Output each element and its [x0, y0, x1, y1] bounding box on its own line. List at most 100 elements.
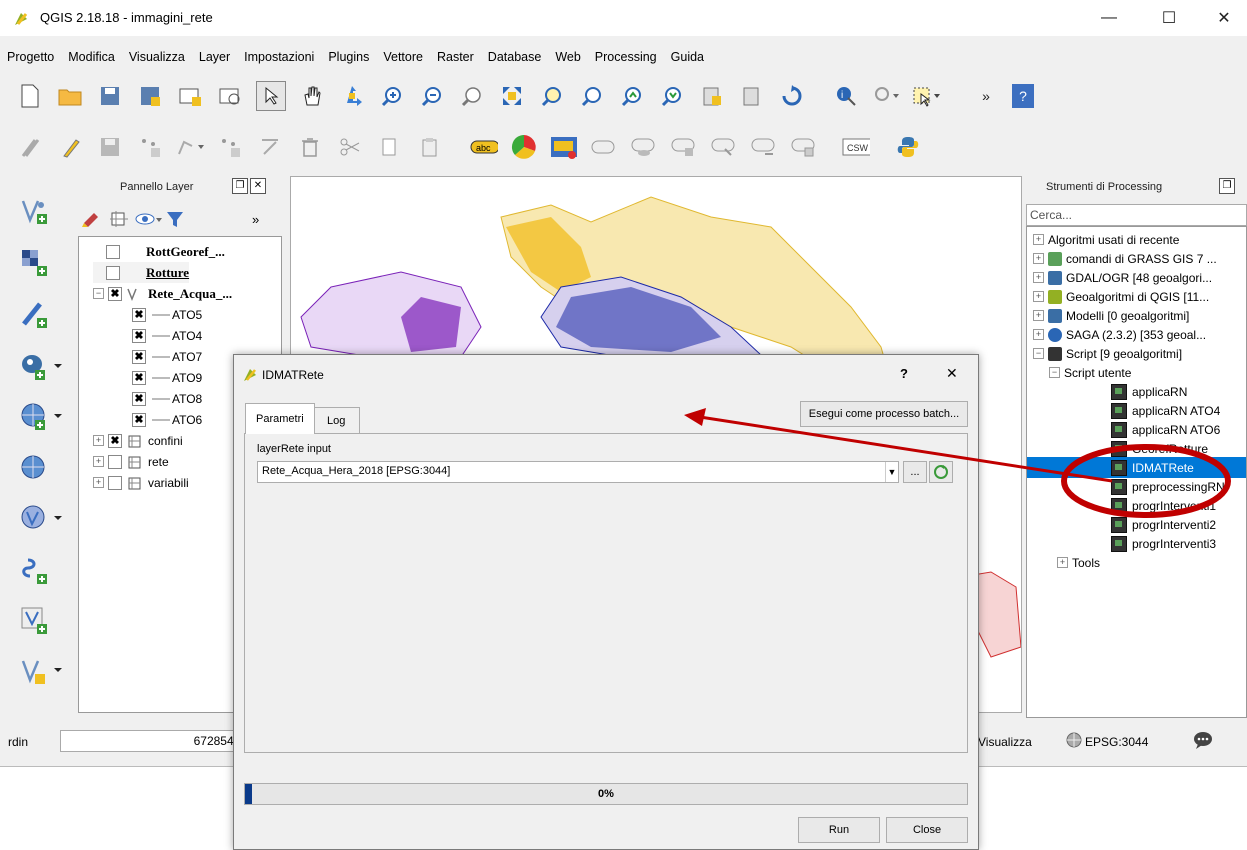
add-virtual-layer-icon[interactable] — [20, 606, 50, 636]
add-postgis-layer-icon[interactable] — [20, 352, 66, 382]
add-wms-layer-icon[interactable] — [20, 402, 66, 432]
zoom-full-icon[interactable] — [498, 82, 526, 110]
label-properties-icon[interactable] — [790, 133, 818, 161]
layer-row[interactable]: ✖ ATO6 — [119, 409, 202, 430]
menu-item-processing[interactable]: Processing — [588, 46, 664, 68]
script-item[interactable]: applicaRN ATO4 — [1111, 400, 1220, 421]
rotate-label-icon[interactable] — [710, 133, 738, 161]
layer-row[interactable]: ✖ ATO4 — [119, 325, 202, 346]
crs-status-button[interactable]: EPSG:3044 — [1085, 735, 1148, 749]
layer-row[interactable]: ✖ ATO8 — [119, 388, 202, 409]
script-item[interactable]: progrInterventi2 — [1111, 514, 1216, 535]
menu-item-visualizza[interactable]: Visualizza — [122, 46, 192, 68]
add-group-icon[interactable] — [104, 209, 134, 229]
zoom-to-selection-icon[interactable] — [538, 82, 566, 110]
node-tool-icon[interactable] — [216, 133, 244, 161]
layer-style-icon[interactable] — [80, 209, 104, 229]
processing-subgroup[interactable]: − Script utente — [1049, 362, 1131, 383]
layer-visibility-checkbox[interactable] — [106, 265, 120, 280]
highlight-pinned-labels-icon[interactable] — [550, 133, 578, 161]
script-item[interactable]: IDMATRete — [1027, 457, 1246, 478]
maximize-button[interactable]: ☐ — [1146, 4, 1192, 32]
expand-icon[interactable]: + — [93, 456, 104, 467]
dialog-close-x-button[interactable]: ✕ — [946, 365, 958, 382]
add-feature-icon[interactable] — [136, 133, 164, 161]
script-item[interactable]: GeorefRotture — [1111, 438, 1208, 459]
browse-button[interactable]: ... — [903, 461, 927, 483]
menu-item-impostazioni[interactable]: Impostazioni — [237, 46, 321, 68]
toggle-editing-icon[interactable] — [56, 133, 84, 161]
current-edits-icon[interactable] — [16, 133, 44, 161]
identify-dropdown-icon[interactable] — [872, 82, 900, 110]
processing-group[interactable]: + Modelli [0 geoalgoritmi] — [1033, 305, 1189, 326]
save-project-icon[interactable] — [96, 82, 124, 110]
expand-icon[interactable]: − — [93, 288, 104, 299]
new-shapefile-layer-icon[interactable] — [20, 656, 66, 686]
label-toolbar-icon[interactable]: abc — [470, 133, 498, 161]
expand-icon[interactable]: − — [1033, 348, 1044, 359]
delete-selected-icon[interactable] — [256, 133, 284, 161]
batch-process-button[interactable]: Esegui come processo batch... — [800, 401, 968, 427]
zoom-native-icon[interactable] — [458, 82, 486, 110]
tab-log[interactable]: Log — [314, 407, 360, 433]
layer-visibility-checkbox[interactable] — [106, 244, 120, 259]
script-item[interactable]: applicaRN — [1111, 381, 1187, 402]
processing-group[interactable]: + comandi di GRASS GIS 7 ... — [1033, 248, 1217, 269]
add-wcs-layer-icon[interactable] — [20, 454, 50, 484]
add-vector-layer-icon[interactable] — [20, 196, 50, 226]
script-item[interactable]: applicaRN ATO6 — [1111, 419, 1220, 440]
layer-visibility-checkbox[interactable]: ✖ — [132, 391, 146, 406]
show-bookmarks-icon[interactable] — [738, 82, 766, 110]
layer-row[interactable]: − ✖ Rete_Acqua_... — [93, 283, 232, 304]
close-button[interactable]: ✕ — [1201, 4, 1247, 32]
change-label-icon[interactable] — [750, 133, 778, 161]
expand-icon[interactable]: + — [93, 435, 104, 446]
processing-group[interactable]: + SAGA (2.3.2) [353 geoal... — [1033, 324, 1206, 345]
layer-visibility-checkbox[interactable]: ✖ — [108, 433, 122, 448]
save-edits-icon[interactable] — [96, 133, 124, 161]
help-icon[interactable]: ? — [1012, 84, 1034, 108]
dialog-help-button[interactable]: ? — [900, 366, 908, 381]
layer-row[interactable]: Rotture — [93, 262, 190, 283]
expand-icon[interactable]: + — [1033, 329, 1044, 340]
layer-row[interactable]: + variabili — [93, 472, 189, 493]
expand-icon[interactable]: + — [93, 477, 104, 488]
zoom-out-icon[interactable] — [418, 82, 446, 110]
pin-labels-icon[interactable] — [590, 133, 618, 161]
pan-hand-icon[interactable] — [298, 82, 326, 110]
menu-item-web[interactable]: Web — [548, 46, 587, 68]
add-wfs-layer-icon[interactable] — [20, 504, 66, 534]
pan-to-selection-icon[interactable] — [338, 82, 366, 110]
menu-item-progetto[interactable]: Progetto — [0, 46, 61, 68]
save-as-icon[interactable] — [136, 82, 164, 110]
menu-item-vettore[interactable]: Vettore — [376, 46, 430, 68]
layer-visibility-checkbox[interactable]: ✖ — [132, 370, 146, 385]
minimize-button[interactable]: — — [1086, 4, 1132, 32]
expand-icon[interactable]: + — [1057, 557, 1068, 568]
select-features-icon[interactable] — [912, 82, 940, 110]
layer-row[interactable]: RottGeoref_... — [93, 241, 225, 262]
coordinate-input[interactable]: 672854,492 — [60, 730, 262, 752]
new-print-composer-icon[interactable] — [176, 82, 204, 110]
menu-item-guida[interactable]: Guida — [664, 46, 711, 68]
float-processing-icon[interactable]: ❐ — [1219, 178, 1235, 194]
tab-parametri[interactable]: Parametri — [245, 403, 315, 434]
processing-group[interactable]: − Script [9 geoalgoritmi] — [1033, 343, 1182, 364]
paste-features-icon[interactable] — [416, 133, 444, 161]
expand-icon[interactable]: + — [1033, 272, 1044, 283]
menu-item-raster[interactable]: Raster — [430, 46, 481, 68]
processing-group[interactable]: + Algoritmi usati di recente — [1033, 229, 1179, 250]
zoom-to-layer-icon[interactable] — [578, 82, 606, 110]
run-button[interactable]: Run — [798, 817, 880, 843]
zoom-last-icon[interactable] — [618, 82, 646, 110]
layer-row[interactable]: + rete — [93, 451, 169, 472]
close-panel-icon[interactable]: ✕ — [250, 178, 266, 194]
script-item[interactable]: progrInterventi1 — [1111, 495, 1216, 516]
script-item[interactable]: progrInterventi3 — [1111, 533, 1216, 554]
layer-visibility-checkbox[interactable]: ✖ — [108, 286, 122, 301]
diagram-options-icon[interactable] — [510, 133, 538, 161]
new-project-icon[interactable] — [16, 82, 44, 110]
expand-icon[interactable]: + — [1033, 253, 1044, 264]
layer-visibility-checkbox[interactable] — [108, 454, 122, 469]
script-item[interactable]: preprocessingRN — [1111, 476, 1225, 497]
